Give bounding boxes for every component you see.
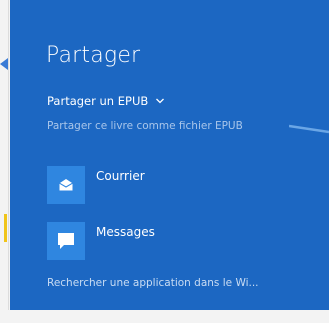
- share-description: Partager ce livre comme fichier EPUB: [47, 120, 243, 132]
- app-label-mail: Courrier: [96, 169, 145, 183]
- background-app-divider: [0, 0, 9, 323]
- app-tile-mail: [47, 166, 85, 204]
- messages-icon: [58, 233, 74, 249]
- app-label-messages: Messages: [96, 225, 155, 239]
- chevron-down-icon: [156, 98, 165, 104]
- pointer-trail-line: [289, 124, 329, 134]
- app-item-messages[interactable]: Messages: [47, 222, 155, 260]
- app-item-mail[interactable]: Courrier: [47, 166, 145, 204]
- background-arrow-icon: [0, 58, 8, 70]
- mail-icon: [59, 179, 73, 191]
- background-highlight-mark: [4, 214, 7, 242]
- search-store-link[interactable]: Rechercher une application dans le Wi...: [47, 277, 259, 289]
- share-type-label: Partager un EPUB: [47, 94, 149, 108]
- share-charm-panel: Partager Partager un EPUB Partager ce li…: [10, 0, 329, 310]
- app-tile-messages: [47, 222, 85, 260]
- share-type-dropdown[interactable]: Partager un EPUB: [47, 94, 165, 108]
- background-app-bottom: [0, 310, 329, 323]
- panel-title: Partager: [46, 43, 141, 68]
